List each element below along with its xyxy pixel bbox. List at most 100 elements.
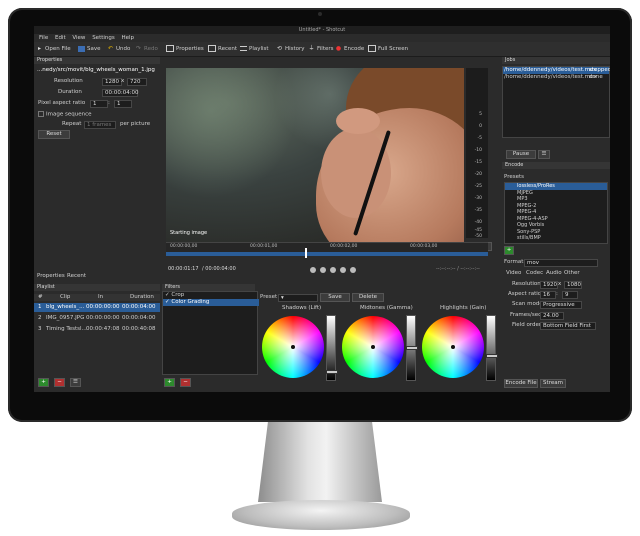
filter-preset-label: Preset: [260, 294, 278, 300]
filter-color-grading[interactable]: ✓ Color Grading: [163, 299, 259, 306]
playlist-button[interactable]: Playlist: [240, 45, 269, 53]
duration-field[interactable]: 00:00:04:00: [102, 89, 139, 97]
aspect-width[interactable]: 16: [540, 291, 556, 299]
shadows-color-wheel[interactable]: [262, 316, 324, 378]
jobs-menu-button[interactable]: ☰: [538, 150, 550, 159]
tab-audio[interactable]: Audio: [546, 270, 562, 277]
menu-edit[interactable]: Edit: [55, 35, 66, 41]
repeat-field[interactable]: 1 frames: [84, 121, 116, 129]
presets-list[interactable]: lossless/ProRes MJPEG MP3 MPEG-2 MPEG-4 …: [504, 182, 608, 244]
aspect-height[interactable]: 9: [562, 291, 578, 299]
properties-button[interactable]: Properties: [166, 45, 204, 53]
reset-button[interactable]: Reset: [38, 130, 70, 139]
resolution-label: Resolution: [54, 78, 83, 84]
scrub-bar[interactable]: [166, 252, 488, 256]
time-ruler[interactable]: 00:00:00,00 00:00:01,00 00:00:02,00 00:0…: [166, 242, 488, 252]
fps-label: Frames/sec: [510, 312, 542, 318]
encode-res-height[interactable]: 1080: [564, 281, 582, 289]
row-in: 00:00:00:00: [86, 315, 120, 321]
midtones-slider[interactable]: [406, 315, 418, 381]
filters-button[interactable]: ⏚ Filters: [308, 45, 333, 53]
undo-button[interactable]: ↶ Undo: [107, 45, 130, 53]
midtones-wheel-handle[interactable]: [371, 345, 375, 349]
per-picture-label: per picture: [120, 121, 151, 127]
tab-properties[interactable]: Properties: [37, 273, 65, 280]
shadows-wheel-handle[interactable]: [291, 345, 295, 349]
playlist-panel-title: Playlist: [34, 284, 160, 291]
filters-list[interactable]: ✓ Crop ✓ Color Grading: [162, 291, 259, 375]
midtones-slider-handle[interactable]: [406, 346, 418, 350]
resolution-height-field[interactable]: 720: [127, 78, 147, 86]
shadows-slider[interactable]: [326, 315, 338, 381]
encode-button[interactable]: ● Encode: [335, 45, 364, 53]
row-clip: IMG_0957.JPG: [46, 315, 85, 321]
table-row[interactable]: 3 Timing Testsl... 00:00:47:08 00:00:40:…: [34, 325, 160, 334]
skip-start-icon[interactable]: [310, 267, 316, 273]
encode-res-width[interactable]: 1920: [540, 281, 558, 289]
highlights-slider-handle[interactable]: [486, 354, 498, 358]
menu-view[interactable]: View: [72, 35, 85, 41]
filter-preset-save-button[interactable]: Save: [320, 293, 350, 302]
history-button[interactable]: ⟲ History: [276, 45, 305, 53]
image-sequence-checkbox[interactable]: Image sequence: [38, 111, 91, 119]
field-order-label: Field order: [512, 322, 542, 328]
tab-codec[interactable]: Codec: [526, 270, 543, 277]
skip-end-icon[interactable]: [350, 267, 356, 273]
resolution-width-field[interactable]: 1280: [102, 78, 122, 86]
shadows-slider-handle[interactable]: [326, 370, 338, 374]
encode-file-button[interactable]: Encode File: [504, 379, 538, 388]
menu-settings[interactable]: Settings: [92, 35, 115, 41]
menu-help[interactable]: Help: [122, 35, 135, 41]
app-window: Untitled* - Shotcut File Edit View Setti…: [34, 26, 610, 392]
redo-icon: ↷: [135, 44, 142, 52]
midtones-color-wheel[interactable]: [342, 316, 404, 378]
filter-add-button[interactable]: +: [164, 378, 175, 387]
playhead[interactable]: [305, 248, 307, 258]
filter-preset-select[interactable]: ▾: [278, 294, 318, 302]
open-file-button[interactable]: ▸ Open File: [36, 45, 71, 53]
starting-image-label: Starting image: [170, 230, 208, 236]
properties-panel-title: Properties: [34, 57, 160, 64]
recent-button[interactable]: Recent: [208, 45, 237, 53]
audio-meter: 5 0 -5 -10 -15 -20 -25 -30 -35 -40 -45 -…: [466, 68, 488, 239]
highlights-slider[interactable]: [486, 315, 498, 381]
pause-button[interactable]: Pause: [506, 150, 536, 159]
redo-button[interactable]: ↷ Redo: [135, 45, 158, 53]
playlist-menu-button[interactable]: ☰: [70, 378, 81, 387]
save-button[interactable]: Save: [78, 45, 101, 53]
col-duration: Duration: [130, 294, 154, 300]
stream-button[interactable]: Stream: [540, 379, 566, 388]
scan-mode-select[interactable]: Progressive: [540, 301, 582, 309]
table-row[interactable]: 1 blg_wheels_... 00:00:00:00 00:00:04:00: [34, 303, 160, 312]
par-label: Pixel aspect ratio: [38, 100, 86, 106]
par-den-spinner[interactable]: 1: [114, 100, 132, 108]
playlist-add-button[interactable]: +: [38, 378, 49, 387]
full-screen-button[interactable]: Full Screen: [368, 45, 408, 53]
video-preview[interactable]: Starting image: [166, 68, 464, 242]
highlights-color-wheel[interactable]: [422, 316, 484, 378]
rewind-icon[interactable]: [320, 267, 326, 273]
format-select[interactable]: mov: [524, 259, 598, 267]
undo-icon: ↶: [107, 44, 114, 52]
tab-recent[interactable]: Recent: [67, 273, 86, 280]
filter-preset-delete-button[interactable]: Delete: [352, 293, 384, 302]
highlights-wheel-handle[interactable]: [451, 345, 455, 349]
fps-field[interactable]: 24.00: [540, 312, 564, 320]
tab-other[interactable]: Other: [564, 270, 580, 277]
filter-remove-button[interactable]: −: [180, 378, 191, 387]
jobs-list[interactable]: /home/ddennedy/videos/test.mov stopped /…: [502, 66, 610, 138]
field-order-select[interactable]: Bottom Field First: [540, 322, 596, 330]
playlist-remove-button[interactable]: −: [54, 378, 65, 387]
add-preset-button[interactable]: +: [504, 246, 514, 255]
table-row[interactable]: 2 IMG_0957.JPG 00:00:00:00 00:00:04:00: [34, 314, 160, 323]
position-timecode[interactable]: 00:00:01:17: [168, 266, 199, 272]
fast-forward-icon[interactable]: [340, 267, 346, 273]
shadows-label: Shadows (Lift): [282, 305, 322, 311]
filter-crop[interactable]: ✓ Crop: [165, 292, 184, 299]
tab-video[interactable]: Video: [506, 270, 521, 277]
preset-item[interactable]: stills/BMP: [505, 235, 607, 242]
menu-file[interactable]: File: [39, 35, 48, 41]
ruler-tick: 00:00:02,00: [330, 244, 358, 249]
play-icon[interactable]: [330, 267, 336, 273]
par-num-spinner[interactable]: 1: [90, 100, 108, 108]
